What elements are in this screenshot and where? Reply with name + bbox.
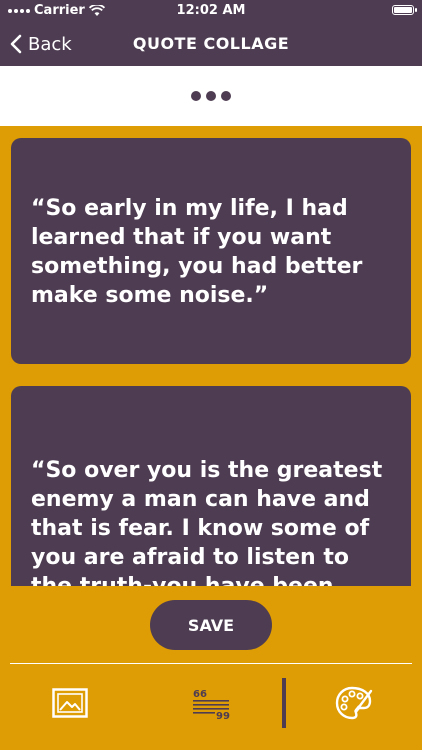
status-time: 12:02 AM	[176, 3, 246, 18]
back-label: Back	[28, 33, 72, 55]
back-button[interactable]: Back	[10, 22, 72, 66]
svg-text:99: 99	[216, 711, 230, 720]
more-options-icon[interactable]	[191, 91, 231, 101]
quote-text: “So over you is the greatest enemy a man…	[31, 458, 383, 586]
image-button[interactable]	[52, 688, 88, 718]
palette-button[interactable]	[335, 685, 373, 721]
chevron-left-icon	[10, 34, 22, 54]
quote-card[interactable]: “So early in my life, I had learned that…	[11, 138, 411, 364]
footer-toolbar: SAVE 66 99	[0, 586, 422, 750]
svg-text:66: 66	[193, 689, 207, 700]
quote-card[interactable]: “So over you is the greatest enemy a man…	[11, 386, 411, 586]
navigation-bar: Back QUOTE COLLAGE	[0, 22, 422, 66]
palette-icon	[335, 686, 373, 720]
status-bar: Carrier 12:02 AM	[0, 0, 422, 22]
options-strip	[0, 66, 422, 126]
quote-text: “So early in my life, I had learned that…	[31, 196, 363, 308]
footer-divider	[10, 663, 412, 664]
quote-list[interactable]: “So early in my life, I had learned that…	[0, 126, 422, 586]
save-button[interactable]: SAVE	[150, 600, 272, 650]
battery-icon	[392, 5, 417, 15]
image-icon	[52, 688, 88, 718]
quote-text-button[interactable]: 66 99	[192, 688, 230, 722]
quote-text-icon: 66 99	[193, 689, 230, 722]
toolbar-separator	[282, 678, 286, 728]
